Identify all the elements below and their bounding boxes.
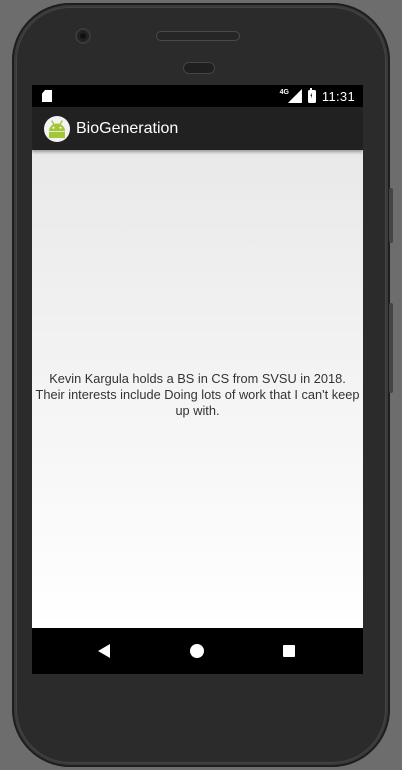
proximity-sensor [184, 63, 214, 73]
battery-charging-icon [307, 87, 316, 103]
app-title: BioGeneration [76, 119, 179, 137]
navigation-bar [32, 628, 363, 674]
device-screen: 4G 11:31 BioGeneration Kevin Kargula hol… [32, 85, 363, 674]
signal-icon [287, 89, 302, 103]
status-indicators: 4G 11:31 [280, 87, 355, 105]
volume-button [389, 303, 393, 393]
earpiece-speaker [157, 32, 239, 40]
network-type-label: 4G [279, 88, 289, 96]
recents-icon [283, 645, 295, 657]
sd-card-icon [42, 90, 52, 102]
status-clock: 11:31 [321, 88, 355, 104]
android-icon [44, 115, 70, 142]
app-bar: BioGeneration [32, 107, 363, 150]
main-content: Kevin Kargula holds a BS in CS from SVSU… [32, 150, 363, 628]
home-icon [190, 644, 204, 658]
back-icon [98, 644, 110, 658]
recents-button[interactable] [279, 641, 299, 661]
home-button[interactable] [187, 641, 207, 661]
front-camera [77, 30, 89, 42]
bio-text: Kevin Kargula holds a BS in CS from SVSU… [35, 371, 360, 418]
status-bar: 4G 11:31 [32, 85, 363, 107]
power-button [389, 188, 393, 243]
back-button[interactable] [94, 641, 114, 661]
